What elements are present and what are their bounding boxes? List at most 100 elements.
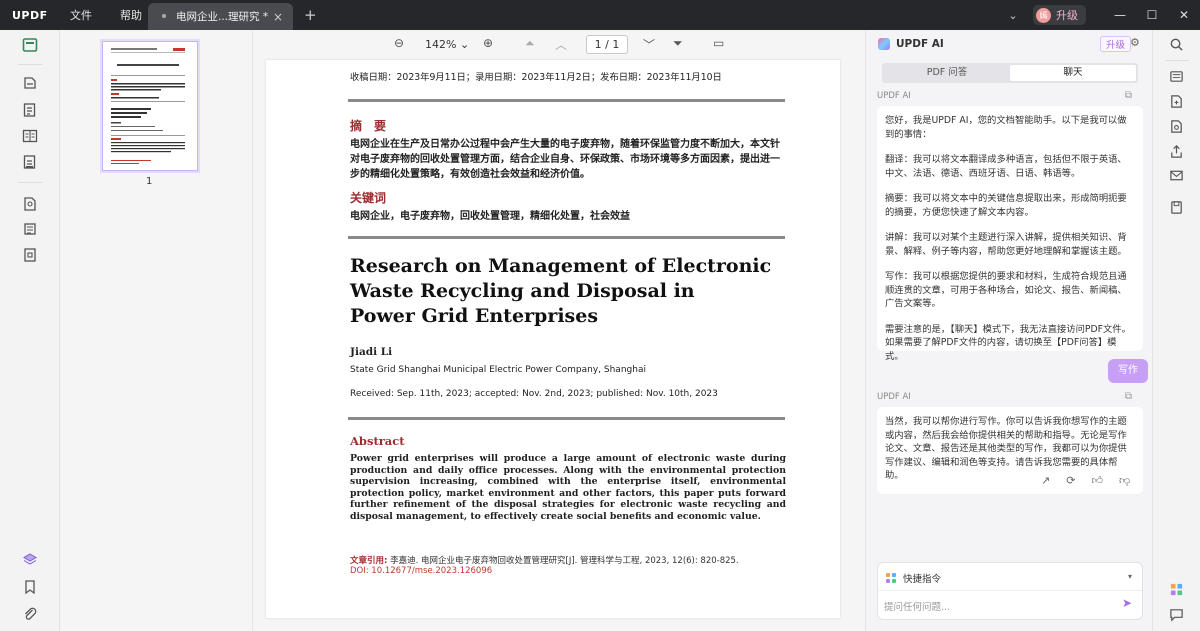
protect-icon[interactable] (21, 246, 39, 264)
convert-icon[interactable] (1168, 93, 1184, 109)
open-external-icon[interactable]: ↗ (1041, 474, 1050, 487)
reader-icon[interactable] (21, 36, 39, 54)
user-message: 写作 (1108, 359, 1148, 383)
thumbnail-preview (111, 48, 185, 164)
left-tool-rail (0, 30, 60, 631)
page-thumbnail[interactable] (102, 41, 198, 171)
prev-page-icon[interactable]: ︿ (555, 36, 567, 53)
form-icon[interactable] (21, 153, 39, 171)
menu-file[interactable]: 文件 (56, 7, 106, 23)
message-paragraph: 讲解：我可以对某个主题进行深入讲解，提供相关知识、背景、解释、例子等内容，帮助您… (885, 232, 1127, 257)
presentation-icon[interactable]: ▭ (713, 36, 724, 50)
organize-pages-icon[interactable] (21, 127, 39, 145)
next-page-icon[interactable]: ﹀ (643, 36, 655, 53)
layers-icon[interactable] (21, 551, 39, 569)
updf-ai-logo-icon (878, 38, 890, 50)
minimize-icon[interactable]: — (1104, 8, 1136, 22)
app-logo: UPDF (12, 8, 48, 22)
thumbnail-page-number: 1 (146, 176, 153, 187)
document-toolbar: ⊖ 142% ⌄ ⊕ ⏶ ︿ 1 / 1 ﹀ ⏷ ▭ (253, 30, 865, 60)
english-title-line-2: Waste Recycling and Disposal in (350, 280, 695, 302)
dates-line: 收稿日期：2023年9月11日；录用日期：2023年11月2日；发布日期：202… (350, 72, 722, 83)
edit-pdf-icon[interactable] (21, 101, 39, 119)
zoom-dropdown-icon[interactable]: ⌄ (460, 38, 469, 51)
zoom-in-icon[interactable]: ⊕ (483, 36, 493, 50)
english-title-line-3: Power Grid Enterprises (350, 305, 599, 327)
upgrade-label: 升级 (1056, 9, 1078, 22)
message-paragraph: 您好，我是UPDF AI，您的文档智能助手。以下是我可以做到的事情： (885, 115, 1127, 140)
crop-icon[interactable] (21, 220, 39, 238)
tab-dot (162, 14, 166, 18)
received-dates: Received: Sep. 11th, 2023; accepted: Nov… (350, 389, 718, 399)
message-paragraph: 需要注意的是，【聊天】模式下，我无法直接访问PDF文件。如果需要了解PDF文件的… (885, 323, 1131, 362)
regenerate-icon[interactable]: ⟳ (1066, 474, 1075, 487)
chevron-down-icon[interactable]: ▾ (1128, 572, 1132, 581)
affiliation: State Grid Shanghai Municipal Electric P… (350, 365, 646, 375)
chevron-down-icon[interactable]: ⌄ (999, 9, 1027, 22)
ai-panel-title: UPDF AI (896, 38, 944, 50)
last-page-icon[interactable]: ⏷ (673, 36, 683, 51)
abstract-en-text: Power grid enterprises will produce a la… (350, 453, 786, 522)
email-icon[interactable] (1168, 167, 1184, 183)
message-paragraph: 翻译：我可以将文本翻译成多种语言，包括但不限于英语、中文、法语、德语、西班牙语、… (885, 154, 1127, 179)
ocr-icon[interactable] (21, 195, 39, 213)
new-tab-icon[interactable]: + (304, 6, 317, 24)
export-pdf-icon[interactable] (1168, 118, 1184, 134)
message-sender: UPDF AI (877, 91, 911, 101)
divider (348, 417, 785, 420)
copy-icon[interactable]: ⧉ (1125, 90, 1132, 101)
doi-link[interactable]: DOI: 10.12677/mse.2023.126096 (350, 566, 492, 576)
tab-close-icon[interactable]: × (273, 10, 283, 24)
quick-commands-button[interactable]: 快捷指令 (886, 571, 941, 585)
tab-title: 电网企业...理研究 * (176, 11, 269, 23)
avatar: 嫣 (1036, 7, 1051, 23)
ai-input-area: 快捷指令 ▾ 提问任何问题... ➤ (877, 562, 1143, 620)
share-icon[interactable] (1168, 143, 1184, 159)
comment-icon[interactable] (21, 74, 39, 92)
ai-upgrade-button[interactable]: 升级 (1100, 36, 1132, 52)
attachment-icon[interactable] (21, 605, 39, 623)
upgrade-button[interactable]: 嫣 升级 (1033, 5, 1086, 25)
zoom-level[interactable]: 142% ⌄ (425, 38, 469, 51)
save-icon[interactable] (1168, 199, 1184, 215)
english-title-line-1: Research on Management of Electronic (350, 255, 772, 277)
right-tool-rail (1152, 30, 1200, 631)
updf-ai-icon[interactable] (1168, 581, 1184, 597)
tab-chat[interactable]: 聊天 (1010, 65, 1136, 81)
zoom-out-icon[interactable]: ⊖ (394, 36, 404, 50)
message-paragraph: 写作：我可以根据您提供的要求和材料，生成符合规范且通顺连贯的文章，可用于各种场合… (885, 271, 1127, 309)
maximize-icon[interactable]: ☐ (1136, 8, 1168, 22)
send-icon[interactable]: ➤ (1122, 596, 1132, 610)
page-number-input[interactable]: 1 / 1 (586, 35, 628, 54)
search-icon[interactable] (1168, 36, 1184, 52)
ai-assistant-panel: UPDF AI 升级 ⚙ PDF 问答 聊天 UPDF AI ⧉ 您好，我是UP… (865, 30, 1152, 631)
thumbnail-pane: 1 (60, 30, 253, 631)
abstract-cn-heading: 摘 要 (350, 119, 387, 133)
bookmark-icon[interactable] (21, 578, 39, 596)
quick-commands-icon (886, 573, 896, 583)
keywords-heading: 关键词 (350, 191, 387, 205)
document-tab[interactable]: 电网企业...理研究 * × (148, 3, 293, 30)
ai-mode-tabs: PDF 问答 聊天 (882, 63, 1138, 83)
chat-icon[interactable] (1168, 606, 1184, 622)
close-window-icon[interactable]: ✕ (1168, 8, 1200, 22)
quick-commands-label: 快捷指令 (903, 574, 942, 585)
message-paragraph: 摘要：我可以将文本中的关键信息提取出来，形成简明扼要的摘要，方便您快速了解文本内… (885, 193, 1127, 218)
tab-pdf-qa[interactable]: PDF 问答 (884, 65, 1010, 81)
thumbs-down-icon[interactable]: 👎︎ (1119, 474, 1130, 487)
copy-icon[interactable]: ⧉ (1125, 391, 1132, 402)
citation: 文章引用: 李嘉迪. 电网企业电子废弃物回收处置管理研究[J]. 管理科学与工程… (350, 556, 739, 566)
author: Jiadi Li (350, 346, 393, 358)
title-bar: UPDF 文件 帮助 电网企业...理研究 * × + ⌄ 嫣 升级 — ☐ ✕ (0, 0, 1200, 30)
thumbs-up-icon[interactable]: 👍︎ (1091, 474, 1103, 487)
first-page-icon[interactable]: ⏶ (525, 36, 535, 51)
abstract-cn-text: 电网企业在生产及日常办公过程中会产生大量的电子废弃物，随着环保监管力度不断加大，… (350, 139, 780, 180)
divider (348, 99, 785, 102)
message-sender: UPDF AI (877, 392, 911, 402)
settings-icon[interactable]: ⚙ (1130, 36, 1140, 49)
pdf-page: 收稿日期：2023年9月11日；录用日期：2023年11月2日；发布日期：202… (266, 60, 840, 618)
message-actions: ↗ ⟳ 👍︎ 👎︎ (1041, 474, 1130, 487)
ai-question-input[interactable]: 提问任何问题... (884, 599, 950, 613)
ocr-text-icon[interactable] (1168, 68, 1184, 84)
ai-message-intro: 您好，我是UPDF AI，您的文档智能助手。以下是我可以做到的事情： 翻译：我可… (877, 106, 1143, 362)
